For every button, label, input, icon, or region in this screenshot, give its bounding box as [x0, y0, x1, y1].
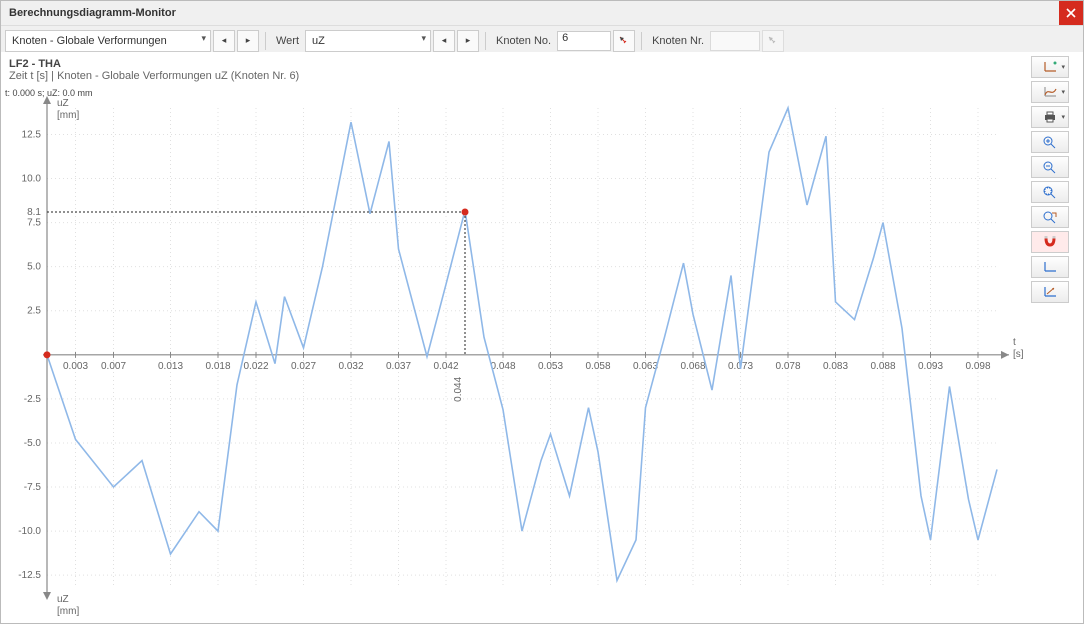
svg-text:0.058: 0.058 — [585, 361, 610, 372]
value-next-button[interactable]: ▸ — [457, 30, 479, 52]
svg-text:-5.0: -5.0 — [24, 438, 42, 449]
param-next-button[interactable]: ▸ — [237, 30, 259, 52]
chart-titles: LF2 - THA Zeit t [s] | Knoten - Globale … — [9, 58, 299, 82]
print-button[interactable]: ▾ — [1031, 106, 1069, 128]
svg-text:0.042: 0.042 — [433, 361, 458, 372]
print-icon — [1042, 110, 1058, 124]
svg-text:0.044: 0.044 — [453, 376, 464, 401]
axes-settings-button[interactable]: ▾ — [1031, 56, 1069, 78]
svg-text:0.078: 0.078 — [775, 361, 800, 372]
axes-fit-button[interactable] — [1031, 281, 1069, 303]
axes-reset-icon — [1042, 260, 1058, 274]
svg-text:[mm]: [mm] — [57, 110, 79, 121]
svg-text:0.037: 0.037 — [386, 361, 411, 372]
param-prev-button[interactable]: ◂ — [213, 30, 235, 52]
pick-node-nr-button[interactable] — [762, 30, 784, 52]
node-num-label: Knoten No. — [492, 35, 555, 47]
svg-text:[s]: [s] — [1013, 349, 1024, 360]
svg-text:0.093: 0.093 — [918, 361, 943, 372]
axes-fit-icon — [1042, 285, 1058, 299]
svg-text:-7.5: -7.5 — [24, 482, 42, 493]
curve-icon — [1042, 85, 1058, 99]
node-num-input[interactable]: 6 — [557, 31, 611, 51]
magnet-snap-button[interactable] — [1031, 231, 1069, 253]
svg-text:0.018: 0.018 — [205, 361, 230, 372]
svg-text:0.022: 0.022 — [243, 361, 268, 372]
svg-text:0.032: 0.032 — [338, 361, 363, 372]
svg-text:uZ: uZ — [57, 98, 69, 109]
svg-text:0.053: 0.053 — [538, 361, 563, 372]
value-prev-button[interactable]: ◂ — [433, 30, 455, 52]
title-bar: Berechnungsdiagramm-Monitor — [1, 1, 1083, 26]
svg-text:0.027: 0.027 — [291, 361, 316, 372]
close-button[interactable] — [1059, 1, 1083, 25]
value-select[interactable]: uZ — [305, 30, 431, 52]
zoom-in-icon — [1042, 135, 1058, 149]
svg-text:12.5: 12.5 — [22, 129, 42, 140]
app-window: Berechnungsdiagramm-Monitor Knoten - Glo… — [0, 0, 1084, 624]
svg-text:10.0: 10.0 — [22, 174, 42, 185]
svg-text:-12.5: -12.5 — [18, 570, 41, 581]
svg-text:7.5: 7.5 — [27, 218, 41, 229]
zoom-pan-button[interactable] — [1031, 206, 1069, 228]
zoom-extents-button[interactable] — [1031, 181, 1069, 203]
chart-area[interactable]: LF2 - THA Zeit t [s] | Knoten - Globale … — [1, 52, 1027, 623]
svg-text:[mm]: [mm] — [57, 606, 79, 617]
parameter-select[interactable]: Knoten - Globale Verformungen — [5, 30, 211, 52]
svg-text:0.048: 0.048 — [490, 361, 515, 372]
zoom-in-button[interactable] — [1031, 131, 1069, 153]
svg-text:0.007: 0.007 — [101, 361, 126, 372]
close-icon — [1066, 8, 1076, 18]
zoom-out-icon — [1042, 160, 1058, 174]
pick-icon — [767, 35, 779, 47]
zoom-pan-icon — [1042, 210, 1058, 224]
zoom-out-button[interactable] — [1031, 156, 1069, 178]
cursor-readout: t: 0.000 s; uZ: 0.0 mm — [5, 88, 93, 98]
svg-text:5.0: 5.0 — [27, 262, 41, 273]
svg-text:0.083: 0.083 — [823, 361, 848, 372]
axes-reset-button[interactable] — [1031, 256, 1069, 278]
svg-text:t: t — [1013, 337, 1016, 348]
svg-text:0.088: 0.088 — [870, 361, 895, 372]
svg-text:0.098: 0.098 — [965, 361, 990, 372]
svg-text:2.5: 2.5 — [27, 306, 41, 317]
svg-text:-10.0: -10.0 — [18, 526, 41, 537]
svg-text:0.068: 0.068 — [680, 361, 705, 372]
svg-text:0.013: 0.013 — [158, 361, 183, 372]
axes-icon — [1042, 60, 1058, 74]
svg-text:0.003: 0.003 — [63, 361, 88, 372]
magnet-icon — [1042, 235, 1058, 249]
svg-text:8.1: 8.1 — [27, 207, 41, 218]
zoom-extents-icon — [1042, 185, 1058, 199]
node-nr-input[interactable] — [710, 31, 760, 51]
svg-text:uZ: uZ — [57, 594, 69, 605]
plot-svg: -12.5 -10.0 -7.5 -5.0 -2.5 2.5 5.0 7.5 10.0 12.5 0… — [1, 52, 1027, 623]
pick-node-button[interactable] — [613, 30, 635, 52]
side-toolbar: ▾ ▾ ▾ — [1027, 52, 1083, 623]
value-label: Wert — [272, 35, 303, 47]
node-nr-label: Knoten Nr. — [648, 35, 708, 47]
window-title: Berechnungsdiagramm-Monitor — [9, 1, 176, 25]
curve-add-button[interactable]: ▾ — [1031, 81, 1069, 103]
svg-text:0.063: 0.063 — [633, 361, 658, 372]
pick-icon — [618, 35, 630, 47]
svg-text:-2.5: -2.5 — [24, 394, 42, 405]
